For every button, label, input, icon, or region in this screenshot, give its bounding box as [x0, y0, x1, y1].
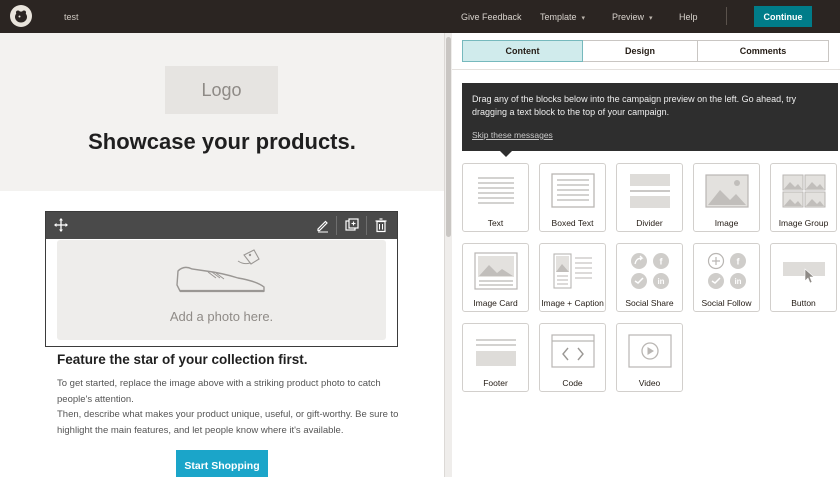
block-label: Footer	[483, 378, 508, 388]
chevron-down-icon: ▾	[581, 15, 586, 22]
move-icon[interactable]	[53, 217, 69, 233]
block-toolbar	[46, 212, 397, 239]
skip-messages-link[interactable]: Skip these messages	[472, 129, 553, 142]
svg-text:in: in	[734, 277, 741, 286]
block-label: Image + Caption	[541, 298, 604, 308]
body-paragraph-1[interactable]: To get started, replace the image above …	[57, 376, 402, 407]
block-label: Image Card	[473, 298, 518, 308]
nav-divider	[726, 7, 727, 25]
block-label: Text	[487, 218, 504, 228]
block-video[interactable]: Video	[616, 323, 683, 392]
block-image-caption[interactable]: Image + Caption	[539, 243, 606, 312]
block-social-share[interactable]: f in Social Share	[616, 243, 683, 312]
block-image-group[interactable]: Image Group	[770, 163, 837, 232]
block-label: Social Follow	[701, 298, 752, 308]
top-bar: test Give Feedback Template ▾ Preview ▾ He…	[0, 0, 840, 33]
preview-menu[interactable]: Preview ▾	[612, 12, 653, 22]
toolbar-divider	[366, 216, 367, 235]
shoe-illustration-icon	[176, 249, 265, 293]
block-label: Social Share	[625, 298, 674, 308]
scrollbar-thumb[interactable]	[446, 37, 451, 237]
image-caption-block-icon	[553, 253, 592, 289]
block-label: Boxed Text	[551, 218, 594, 228]
body-paragraph-2[interactable]: Then, describe what makes your product u…	[57, 407, 402, 438]
block-boxed-text[interactable]: Boxed Text	[539, 163, 606, 232]
template-menu-label: Template	[540, 12, 577, 22]
chevron-down-icon: ▾	[649, 15, 653, 22]
social-share-block-icon: f in	[631, 253, 669, 289]
image-card-block-icon	[474, 252, 518, 290]
block-label: Image Group	[778, 218, 829, 228]
block-button[interactable]: Button	[770, 243, 837, 312]
block-label: Image	[714, 218, 739, 228]
tip-text: Drag any of the blocks below into the ca…	[472, 94, 797, 117]
divider-block-icon	[630, 174, 670, 208]
start-shopping-button[interactable]: Start Shopping	[176, 450, 268, 477]
block-label: Video	[638, 378, 661, 388]
block-code[interactable]: Code	[539, 323, 606, 392]
help-link[interactable]: Help	[679, 12, 698, 22]
text-block-icon	[478, 177, 514, 204]
image-group-block-icon	[782, 174, 826, 208]
header-section[interactable]: Logo Showcase your products.	[0, 33, 444, 191]
editor-panel: Content Design Comments Drag any of the …	[452, 33, 840, 477]
tab-content[interactable]: Content	[462, 40, 583, 62]
tip-message: Drag any of the blocks below into the ca…	[462, 83, 838, 157]
svg-text:in: in	[657, 277, 664, 286]
social-follow-block-icon: f in	[707, 252, 746, 289]
tab-design[interactable]: Design	[583, 40, 698, 62]
footer-block-icon	[476, 339, 516, 366]
code-block-icon	[551, 334, 595, 368]
mailchimp-logo-icon[interactable]	[10, 5, 32, 27]
edit-pencil-icon[interactable]	[315, 217, 331, 233]
boxed-text-block-icon	[551, 173, 595, 208]
photo-placeholder-text: Add a photo here.	[169, 309, 274, 324]
preview-scrollbar[interactable]	[444, 33, 452, 477]
feature-heading[interactable]: Feature the star of your collection firs…	[57, 352, 308, 367]
toolbar-divider	[336, 216, 337, 235]
campaign-preview: Logo Showcase your products. Add a photo…	[0, 33, 444, 477]
block-image-card[interactable]: Image Card	[462, 243, 529, 312]
tab-comments[interactable]: Comments	[698, 40, 829, 62]
block-footer[interactable]: Footer	[462, 323, 529, 392]
logo-placeholder[interactable]: Logo	[165, 66, 278, 114]
give-feedback-link[interactable]: Give Feedback	[461, 12, 522, 22]
campaign-title[interactable]: test	[64, 12, 79, 22]
block-image[interactable]: Image	[693, 163, 760, 232]
block-text[interactable]: Text	[462, 163, 529, 232]
headline[interactable]: Showcase your products.	[0, 129, 444, 155]
panel-divider	[452, 69, 840, 70]
panel-tabs: Content Design Comments	[462, 40, 838, 62]
block-label: Button	[791, 298, 816, 308]
selected-image-block[interactable]: Add a photo here.	[45, 211, 398, 347]
button-block-icon	[783, 262, 825, 284]
trash-icon[interactable]	[373, 217, 389, 233]
block-social-follow[interactable]: f in Social Follow	[693, 243, 760, 312]
video-block-icon	[628, 334, 672, 368]
template-menu[interactable]: Template ▾	[540, 12, 585, 22]
block-divider[interactable]: Divider	[616, 163, 683, 232]
image-block-icon	[705, 174, 749, 208]
preview-menu-label: Preview	[612, 12, 645, 22]
photo-placeholder[interactable]: Add a photo here.	[57, 240, 386, 340]
block-label: Divider	[636, 218, 663, 228]
tip-pointer	[500, 151, 512, 157]
block-label: Code	[562, 378, 583, 388]
continue-button[interactable]: Continue	[754, 6, 812, 27]
duplicate-icon[interactable]	[344, 217, 360, 233]
